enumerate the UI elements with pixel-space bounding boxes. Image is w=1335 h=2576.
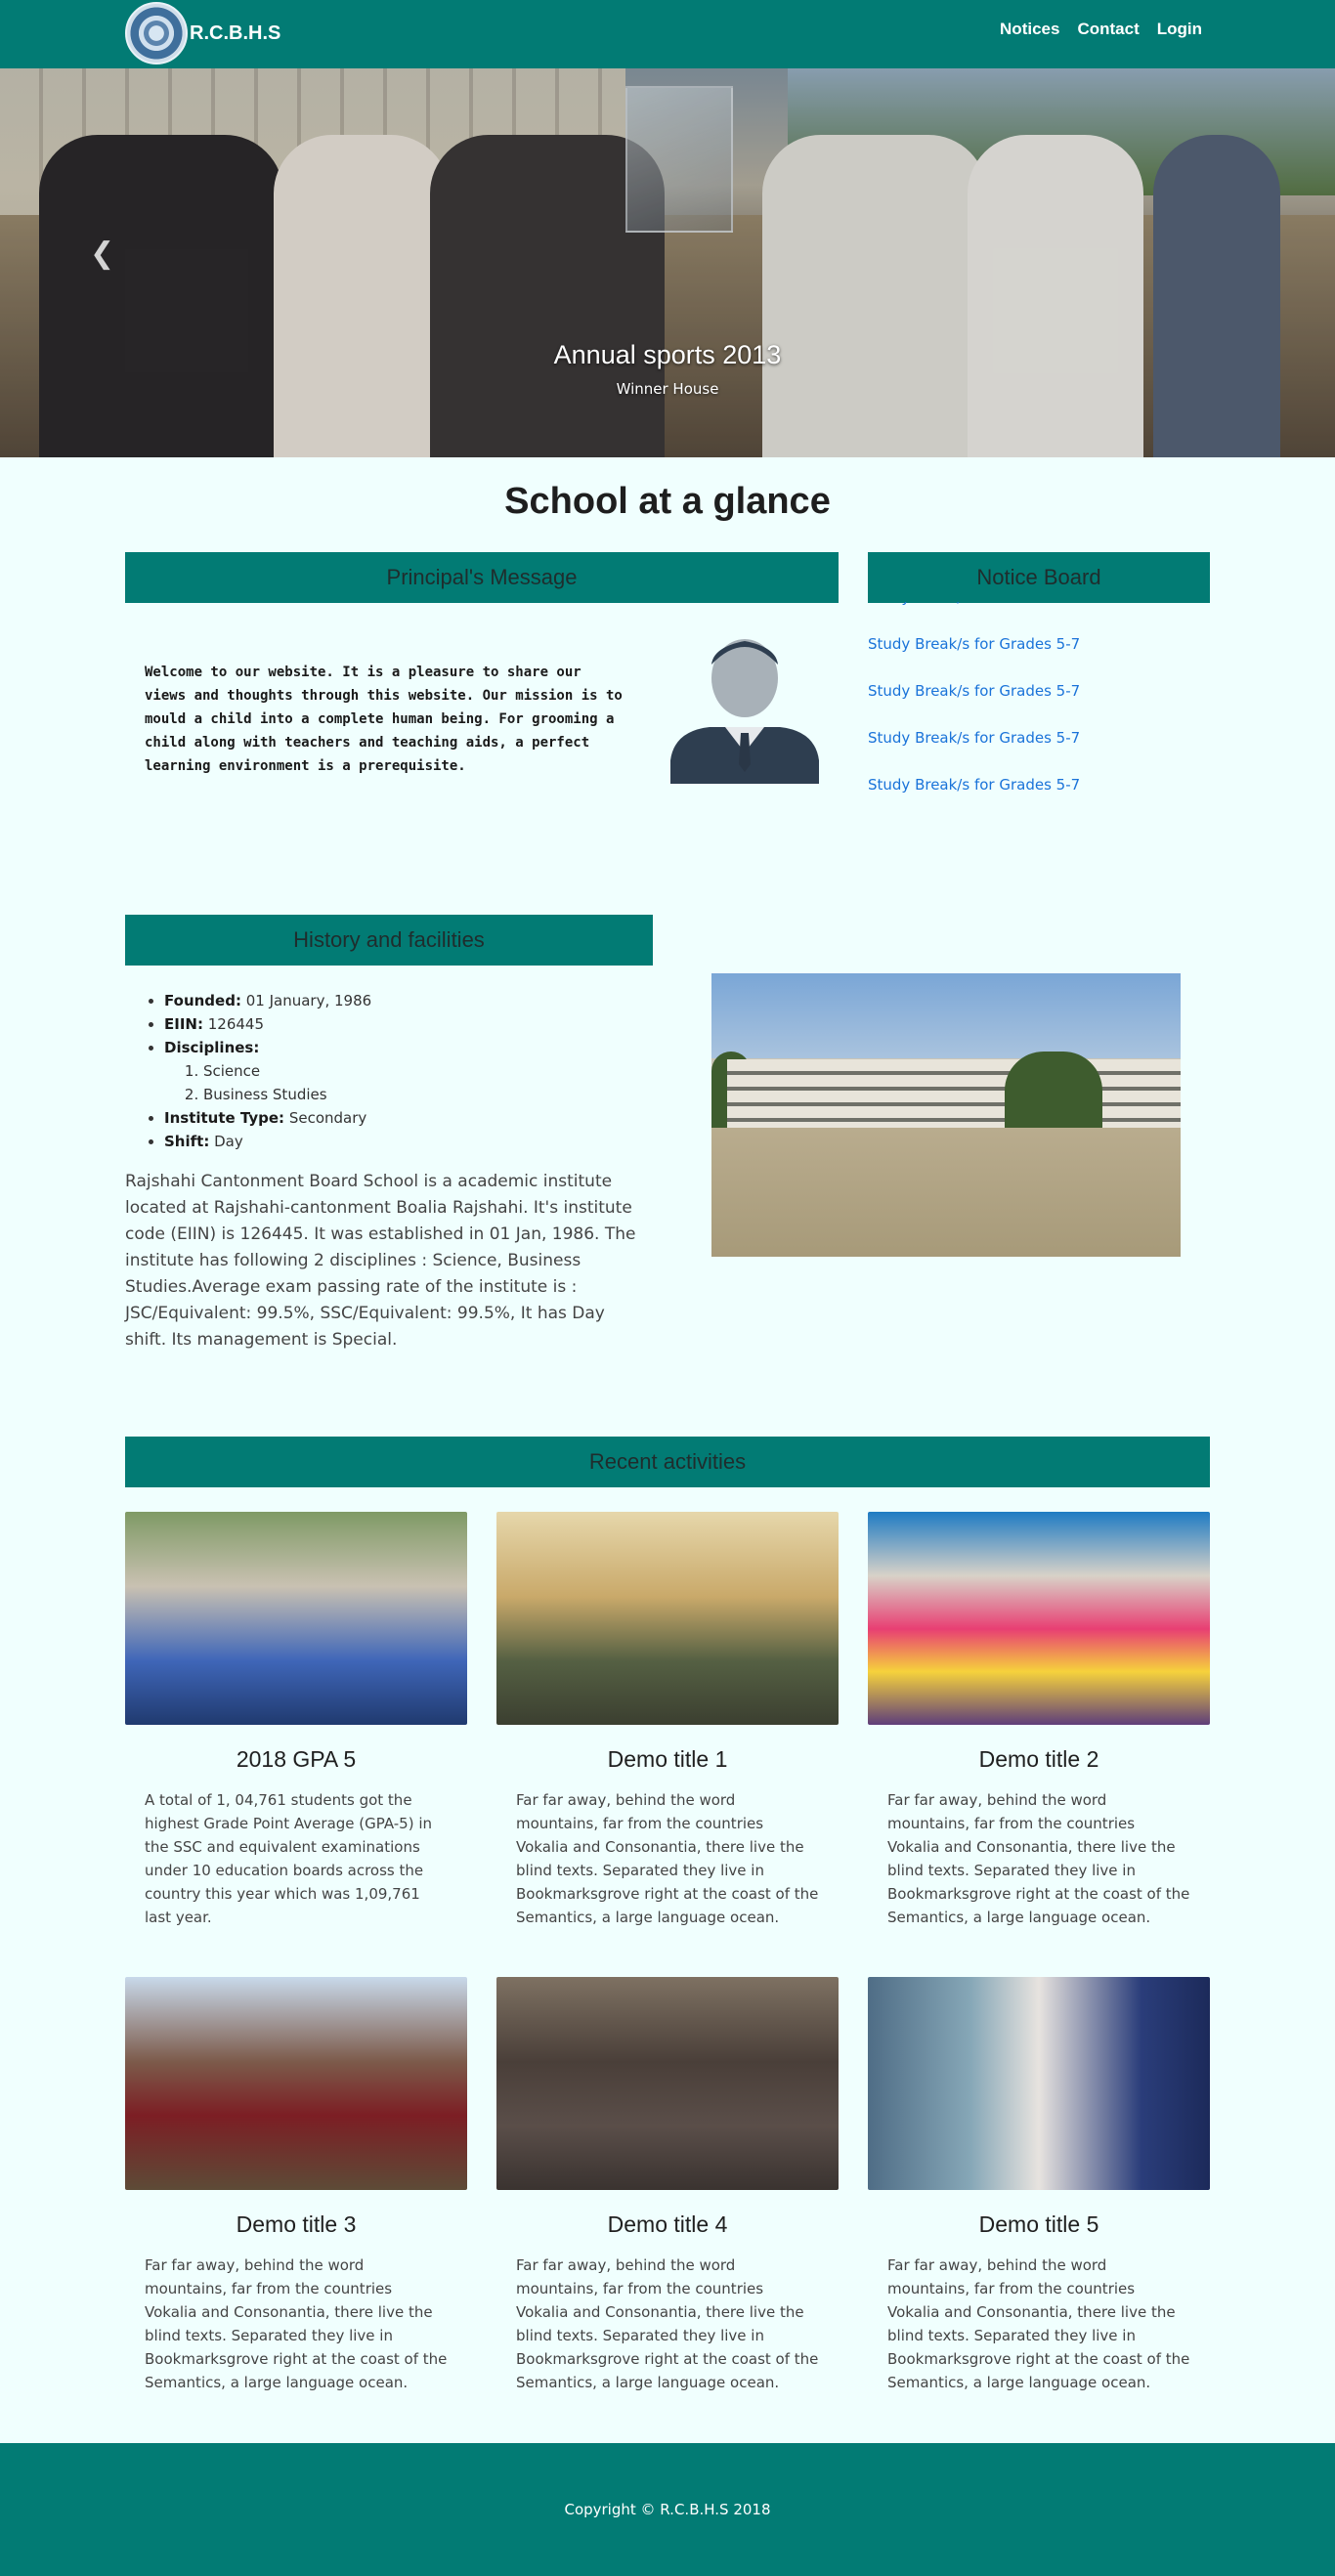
fact-value: Secondary — [288, 1109, 367, 1127]
activity-photo — [868, 1977, 1210, 2190]
carousel-caption-subtitle: Winner House — [616, 380, 719, 398]
activity-text: Far far away, behind the word mountains,… — [145, 2256, 448, 2391]
activity-card[interactable]: Demo title 2 Far far away, behind the wo… — [868, 1512, 1210, 1929]
fact-eiin: EIIN: 126445 — [164, 1012, 371, 1036]
notice-link[interactable]: Study Break/s for Grades 5-7 — [868, 776, 1210, 823]
activity-card[interactable]: Demo title 1 Far far away, behind the wo… — [496, 1512, 839, 1929]
nav-link-contact[interactable]: Contact — [1077, 20, 1139, 39]
nav-link-login[interactable]: Login — [1157, 20, 1202, 39]
footer: Copyright © R.C.B.H.S 2018 — [0, 2443, 1335, 2576]
activity-card[interactable]: Demo title 3 Far far away, behind the wo… — [125, 1977, 467, 2394]
hero-shade — [0, 68, 1335, 457]
fact-disciplines: Disciplines: Science Business Studies — [164, 1036, 371, 1106]
history-paragraph: Rajshahi Cantonment Board School is a ac… — [125, 1172, 636, 1350]
activity-title: Demo title 4 — [607, 2211, 728, 2237]
activity-text: Far far away, behind the word mountains,… — [887, 1791, 1190, 1926]
campus-tree — [1005, 1052, 1102, 1134]
activity-title: Demo title 5 — [978, 2211, 1099, 2237]
activity-photo — [868, 1512, 1210, 1725]
recent-activities-header: Recent activities — [125, 1437, 1210, 1487]
campus-ground — [711, 1128, 1181, 1257]
fact-label: Institute Type: — [164, 1109, 285, 1127]
disciplines-list: Science Business Studies — [203, 1059, 371, 1106]
brand-link[interactable]: R.C.B.H.S — [125, 2, 280, 64]
discipline-item: Science — [203, 1059, 371, 1083]
notice-link[interactable]: Study Break/s for Grades 5-7 — [868, 602, 1210, 635]
activity-text: Far far away, behind the word mountains,… — [516, 2256, 819, 2391]
activity-photo — [125, 1977, 467, 2190]
fact-shift: Shift: Day — [164, 1130, 371, 1153]
discipline-item: Business Studies — [203, 1083, 371, 1106]
notice-link[interactable]: Study Break/s for Grades 5-7 — [868, 635, 1210, 682]
hero-carousel: ❮ Annual sports 2013 Winner House — [0, 68, 1335, 457]
activity-text: Far far away, behind the word mountains,… — [887, 2256, 1190, 2391]
activity-title: Demo title 1 — [607, 1746, 728, 1772]
notice-board-header: Notice Board — [868, 552, 1210, 603]
brand-name: R.C.B.H.S — [190, 21, 281, 44]
chevron-left-icon[interactable]: ❮ — [90, 236, 114, 271]
nav-link-notices[interactable]: Notices — [1000, 20, 1059, 39]
activity-title: Demo title 3 — [236, 2211, 357, 2237]
principal-message-header: Principal's Message — [125, 552, 839, 603]
fact-institute-type: Institute Type: Secondary — [164, 1106, 371, 1130]
notice-list: Study Break/s for Grades 5-7 Study Break… — [868, 602, 1210, 827]
carousel-caption: Annual sports 2013 Winner House — [0, 340, 1335, 398]
fact-label: Founded: — [164, 992, 241, 1009]
activity-card[interactable]: 2018 GPA 5 A total of 1, 04,761 students… — [125, 1512, 467, 1929]
nav-links: Notices Contact Login — [1000, 20, 1202, 39]
activity-photo — [496, 1512, 839, 1725]
principal-message-text: Welcome to our website. It is a pleasure… — [145, 665, 623, 774]
carousel-caption-title: Annual sports 2013 — [553, 340, 782, 369]
activity-card[interactable]: Demo title 4 Far far away, behind the wo… — [496, 1977, 839, 2394]
history-header: History and facilities — [125, 915, 653, 966]
activity-text: A total of 1, 04,761 students got the hi… — [145, 1791, 433, 1926]
notice-link[interactable]: Study Break/s for Grades 5-7 — [868, 682, 1210, 729]
activity-photo — [125, 1512, 467, 1725]
notice-link[interactable]: Study Break/s for Grades 5-7 — [868, 729, 1210, 776]
page-title: School at a glance — [504, 481, 831, 522]
activity-title: Demo title 2 — [978, 1746, 1099, 1772]
fact-label: EIIN: — [164, 1015, 203, 1033]
school-logo — [125, 2, 188, 64]
campus-photo — [711, 973, 1181, 1257]
footer-copyright: Copyright © R.C.B.H.S 2018 — [564, 2501, 771, 2518]
fact-value: 126445 — [207, 1015, 265, 1033]
campus-building — [727, 1059, 1181, 1128]
activity-text: Far far away, behind the word mountains,… — [516, 1791, 819, 1926]
activity-card[interactable]: Demo title 5 Far far away, behind the wo… — [868, 1977, 1210, 2394]
navbar: R.C.B.H.S Notices Contact Login — [0, 0, 1335, 68]
history-facts-list: Founded: 01 January, 1986 EIIN: 126445 D… — [164, 989, 371, 1153]
fact-value: 01 January, 1986 — [245, 992, 372, 1009]
fact-founded: Founded: 01 January, 1986 — [164, 989, 371, 1012]
fact-label: Shift: — [164, 1133, 210, 1150]
activity-title: 2018 GPA 5 — [236, 1746, 357, 1772]
user-avatar-icon — [670, 639, 819, 784]
activity-photo — [496, 1977, 839, 2190]
fact-value: Day — [214, 1133, 243, 1150]
fact-label: Disciplines: — [164, 1039, 260, 1056]
